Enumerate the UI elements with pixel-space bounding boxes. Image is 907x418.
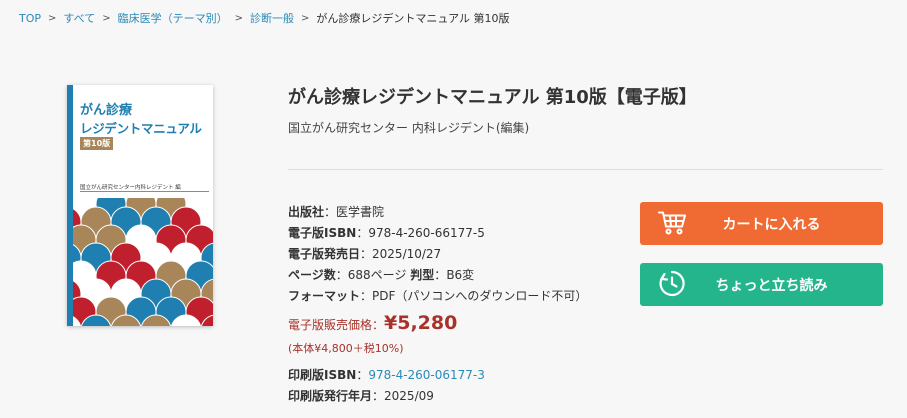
- add-to-cart-button[interactable]: カートに入れる: [640, 202, 883, 245]
- spec-label: 判型: [410, 268, 435, 282]
- breadcrumb-separator: >: [102, 12, 111, 24]
- divider: [288, 169, 883, 170]
- spec-format: フォーマット：PDF（パソコンへのダウンロード不可）: [288, 289, 588, 303]
- cover-edition-badge: 第10版: [80, 137, 114, 150]
- spec-publisher: 出版社：医学書院: [288, 205, 385, 219]
- spec-value: 688ページ: [347, 268, 407, 282]
- cover-title-line1: がん診療: [80, 103, 133, 118]
- spec-label: 電子版ISBN: [288, 226, 357, 240]
- breadcrumb-clinical[interactable]: 臨床医学（テーマ別）: [118, 10, 228, 26]
- spec-value: 医学書院: [336, 205, 385, 219]
- price-row: 電子版販売価格： ¥5,280: [288, 313, 587, 336]
- price-value: ¥5,280: [384, 312, 458, 334]
- cover-pattern: [73, 198, 213, 326]
- spec-value: 2025/09: [384, 389, 434, 403]
- breadcrumb-separator: >: [234, 12, 243, 24]
- cover-title-line2: レジデントマニュアル: [80, 121, 202, 136]
- preview-button[interactable]: ちょっと立ち読み: [640, 263, 883, 306]
- cover-author: 国立がん研究センター内科レジデント 編: [80, 185, 181, 191]
- spec-label: ページ数: [288, 268, 336, 282]
- book-cover[interactable]: がん診療 レジデントマニュアル 第10版 国立がん研究センター内科レジデント 編: [67, 85, 213, 326]
- spec-edate: 電子版発売日：2025/10/27: [288, 247, 442, 261]
- spec-print-date: 印刷版発行年月：2025/09: [288, 389, 434, 403]
- breadcrumb-separator: >: [48, 12, 57, 24]
- breadcrumb-current: がん診療レジデントマニュアル 第10版: [316, 12, 510, 25]
- spec-label: 出版社: [288, 205, 325, 219]
- spec-eisbn: 電子版ISBN：978-4-260-66177-5: [288, 226, 485, 240]
- breadcrumb-top[interactable]: TOP: [19, 12, 41, 25]
- page-title: がん診療レジデントマニュアル 第10版【電子版】: [288, 87, 697, 108]
- spec-value: B6変: [446, 268, 475, 282]
- spec-label: 印刷版ISBN: [288, 368, 357, 382]
- spec-label: フォーマット: [288, 289, 361, 303]
- spec-pages: ページ数：688ページ 判型：B6変: [288, 268, 475, 282]
- print-isbn-link[interactable]: 978-4-260-06177-3: [368, 368, 485, 382]
- spec-print-isbn: 印刷版ISBN：978-4-260-06177-3: [288, 368, 485, 382]
- cart-icon: [658, 209, 688, 238]
- price-label: 電子版販売価格：: [288, 318, 385, 332]
- breadcrumb: TOP > すべて > 臨床医学（テーマ別） > 診断一般 > がん診療レジデン…: [19, 10, 510, 26]
- breadcrumb-all[interactable]: すべて: [63, 10, 95, 26]
- book-specs: 出版社：医学書院 電子版ISBN：978-4-260-66177-5 電子版発売…: [288, 202, 587, 407]
- price-detail: (本体¥4,800＋税10%): [288, 342, 404, 355]
- book-author: 国立がん研究センター 内科レジデント(編集): [288, 121, 530, 135]
- spec-label: 電子版発売日: [288, 247, 361, 261]
- cover-rule: [80, 191, 209, 192]
- spec-label: 印刷版発行年月: [288, 389, 373, 403]
- clock-icon: [658, 269, 686, 300]
- spec-value: PDF（パソコンへのダウンロード不可）: [372, 289, 588, 303]
- spec-value: 978-4-260-66177-5: [368, 226, 485, 240]
- breadcrumb-diagnosis[interactable]: 診断一般: [250, 10, 294, 26]
- breadcrumb-separator: >: [300, 12, 310, 24]
- spec-value: 2025/10/27: [372, 247, 442, 261]
